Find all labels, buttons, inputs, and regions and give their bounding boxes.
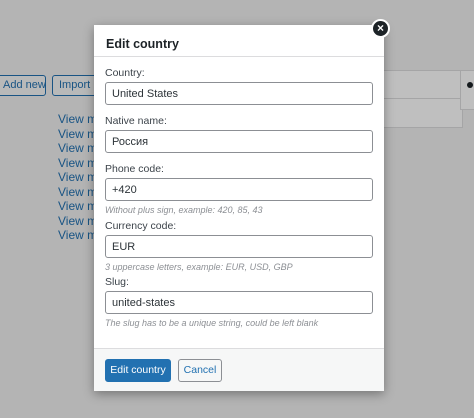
dialog-body: Country: Native name: Phone code: Withou… (94, 57, 384, 328)
phone-code-help: Without plus sign, example: 420, 85, 43 (105, 205, 263, 215)
cancel-button[interactable]: Cancel (178, 359, 222, 382)
dialog-header: Edit country (94, 25, 384, 57)
currency-code-input[interactable] (105, 235, 373, 258)
dialog-title: Edit country (106, 37, 179, 51)
phone-code-label: Phone code: (105, 163, 164, 175)
native-name-field-group: Native name: (105, 115, 373, 163)
edit-country-dialog: Edit country Country: Native name: Phone… (94, 25, 384, 391)
phone-code-input[interactable] (105, 178, 373, 201)
slug-help: The slug has to be a unique string, coul… (105, 318, 319, 328)
currency-code-field-group: Currency code: 3 uppercase letters, exam… (105, 220, 373, 276)
slug-label: Slug: (105, 276, 129, 288)
close-icon[interactable]: × (371, 19, 390, 38)
country-label: Country: (105, 67, 145, 79)
edit-country-button[interactable]: Edit country (105, 359, 171, 382)
slug-field-group: Slug: The slug has to be a unique string… (105, 276, 373, 328)
native-name-label: Native name: (105, 115, 167, 127)
slug-input[interactable] (105, 291, 373, 314)
country-field-group: Country: (105, 67, 373, 115)
currency-code-label: Currency code: (105, 220, 177, 232)
currency-code-help: 3 uppercase letters, example: EUR, USD, … (105, 262, 293, 272)
dialog-footer: Edit country Cancel (94, 348, 384, 391)
native-name-input[interactable] (105, 130, 373, 153)
phone-code-field-group: Phone code: Without plus sign, example: … (105, 163, 373, 220)
country-input[interactable] (105, 82, 373, 105)
